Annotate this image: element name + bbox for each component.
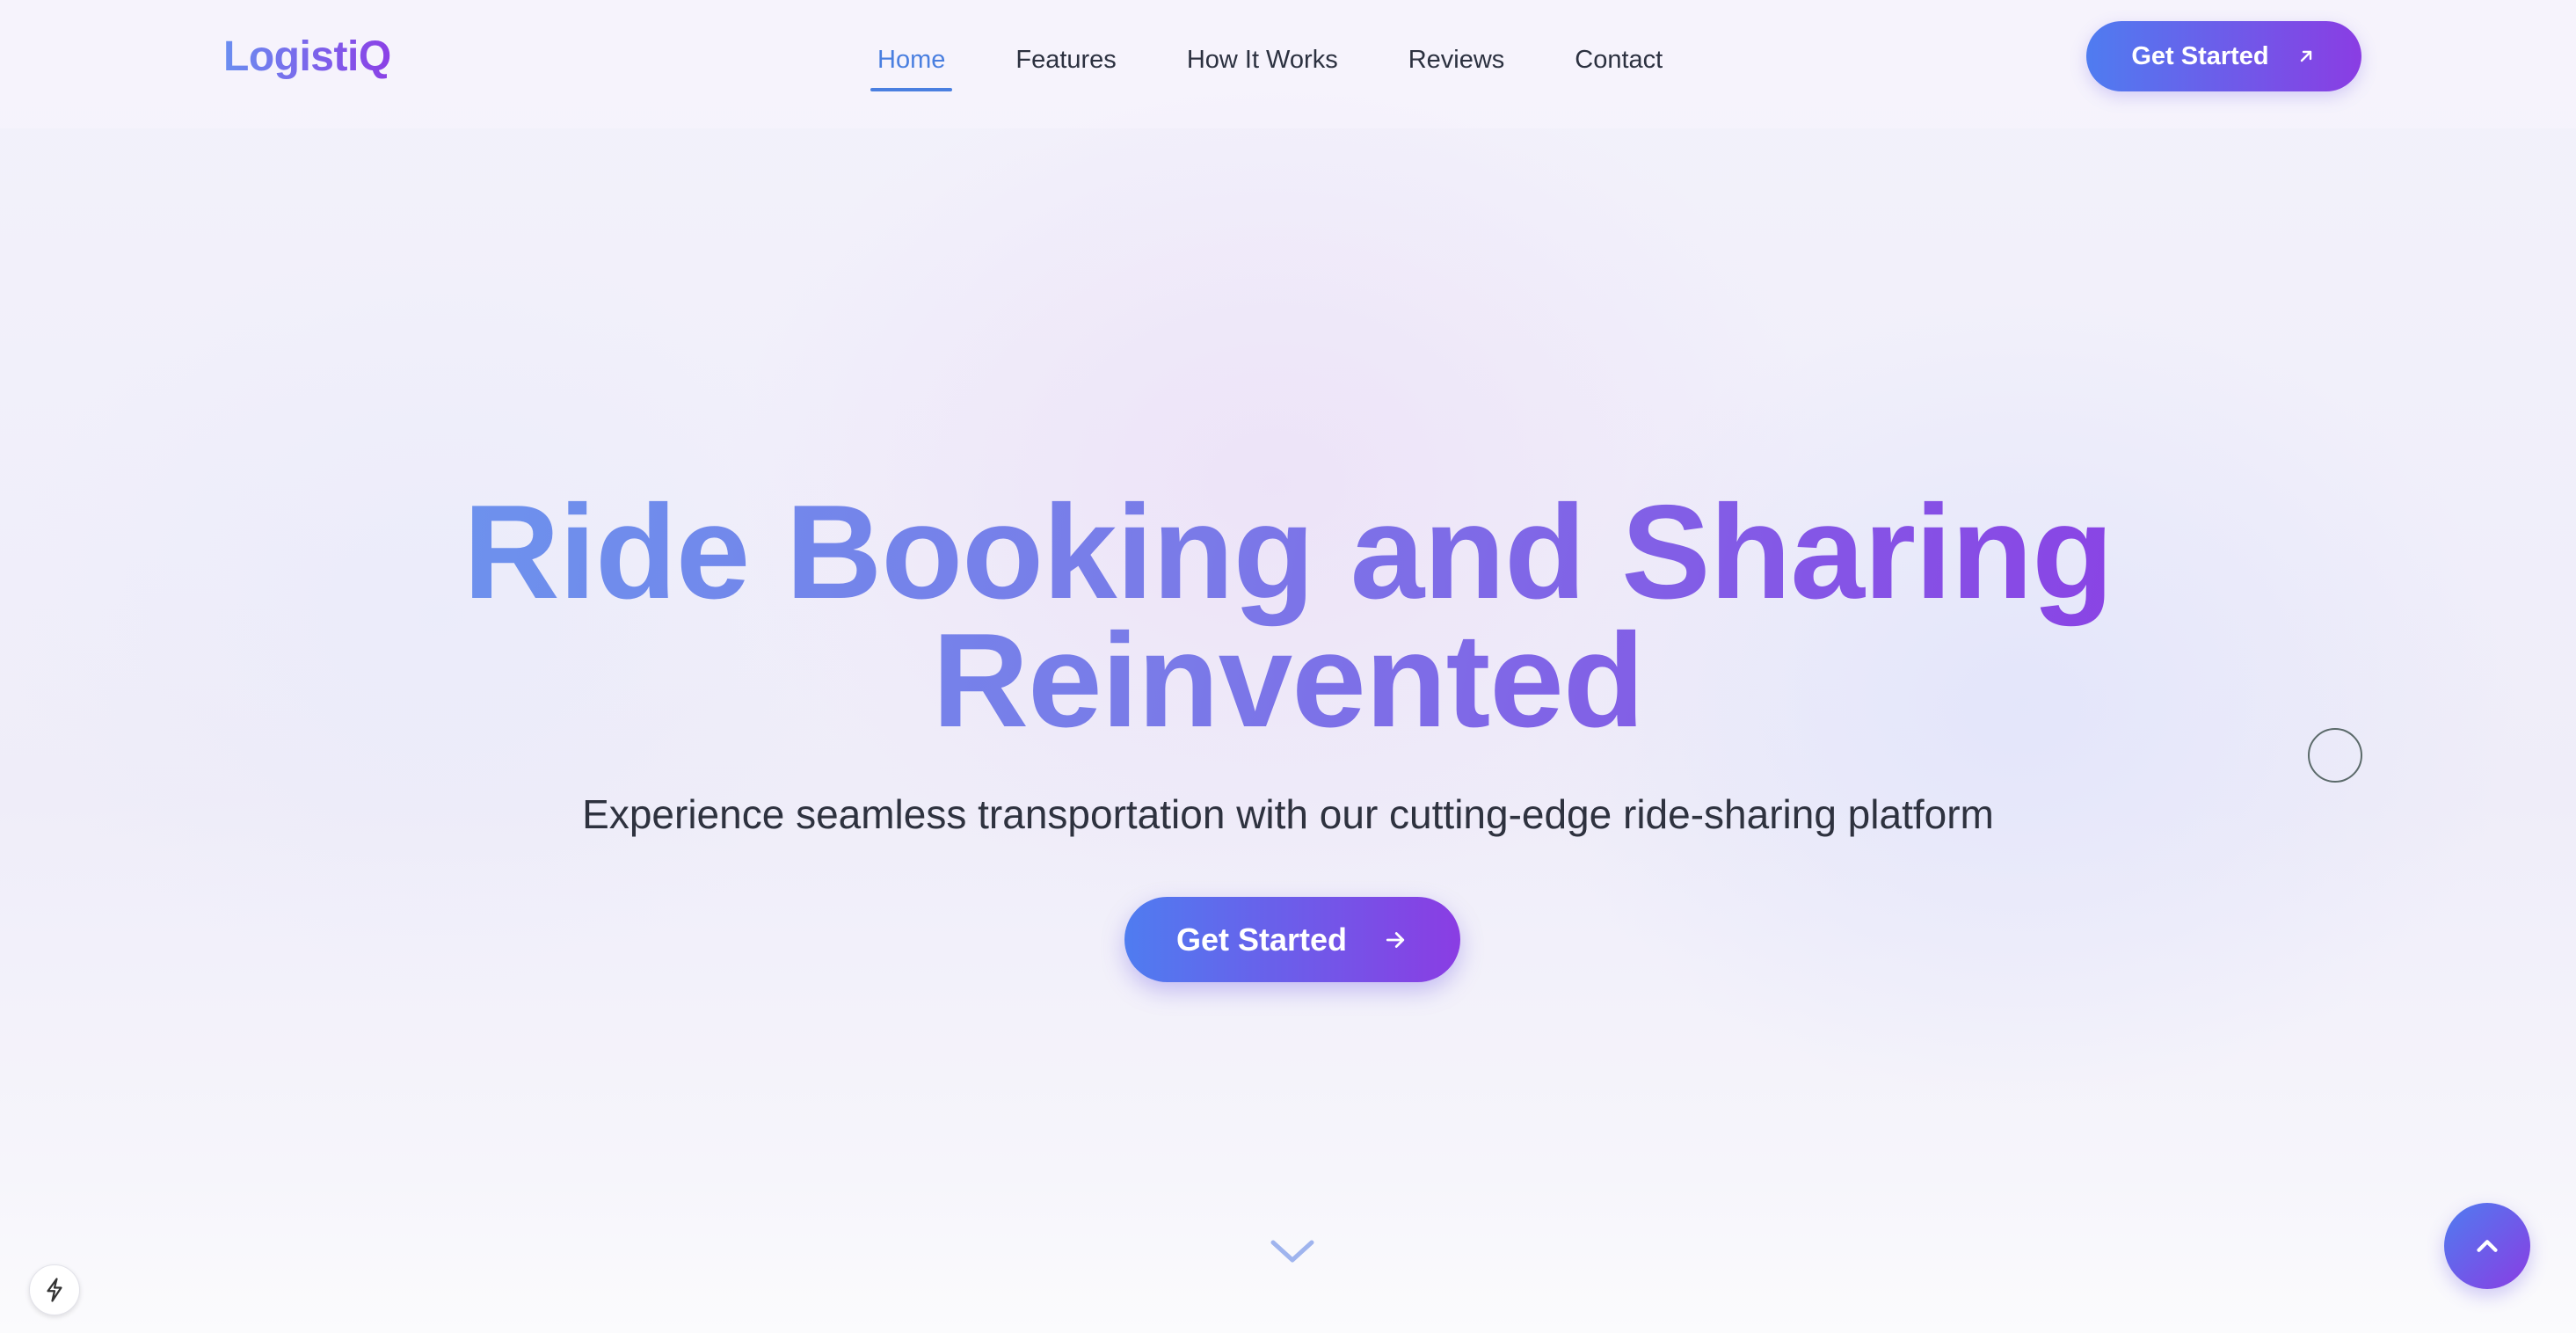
lightning-icon [47,1278,62,1302]
hero-get-started-label: Get Started [1175,921,1348,958]
hero-title-line1: Ride Booking and Sharing [462,477,2114,627]
hero-get-started-button[interactable]: Get Started [1124,897,1460,982]
hero-title-line2: Reinvented [932,606,1644,755]
chevron-up-icon [2477,1240,2498,1252]
nav-link-contact[interactable]: Contact [1568,35,1670,90]
nav-get-started-label: Get Started [2131,41,2269,70]
nav-link-how-it-works[interactable]: How It Works [1180,35,1345,90]
cursor-ring [2308,728,2362,783]
arrow-right-icon [1386,931,1405,948]
back-to-top-button[interactable] [2444,1203,2530,1289]
nav-link-home[interactable]: Home [870,35,953,91]
nav-link-reviews[interactable]: Reviews [1401,35,1512,90]
nav-link-features[interactable]: Features [1008,35,1123,90]
hero-subtitle: Experience seamless transportation with … [582,791,1994,837]
nav-get-started-button[interactable]: Get Started [2086,21,2361,91]
navbar: LogistiQ Home Features How It Works Revi… [0,0,2576,128]
dev-tools-badge[interactable] [29,1264,80,1315]
chevron-down-icon[interactable] [1268,1235,1317,1267]
hero-title: Ride Booking and Sharing Reinvented [352,488,2224,745]
logo[interactable]: LogistiQ [223,32,391,83]
arrow-up-right-icon [2300,50,2311,62]
nav-links: Home Features How It Works Reviews Conta… [870,35,1726,91]
